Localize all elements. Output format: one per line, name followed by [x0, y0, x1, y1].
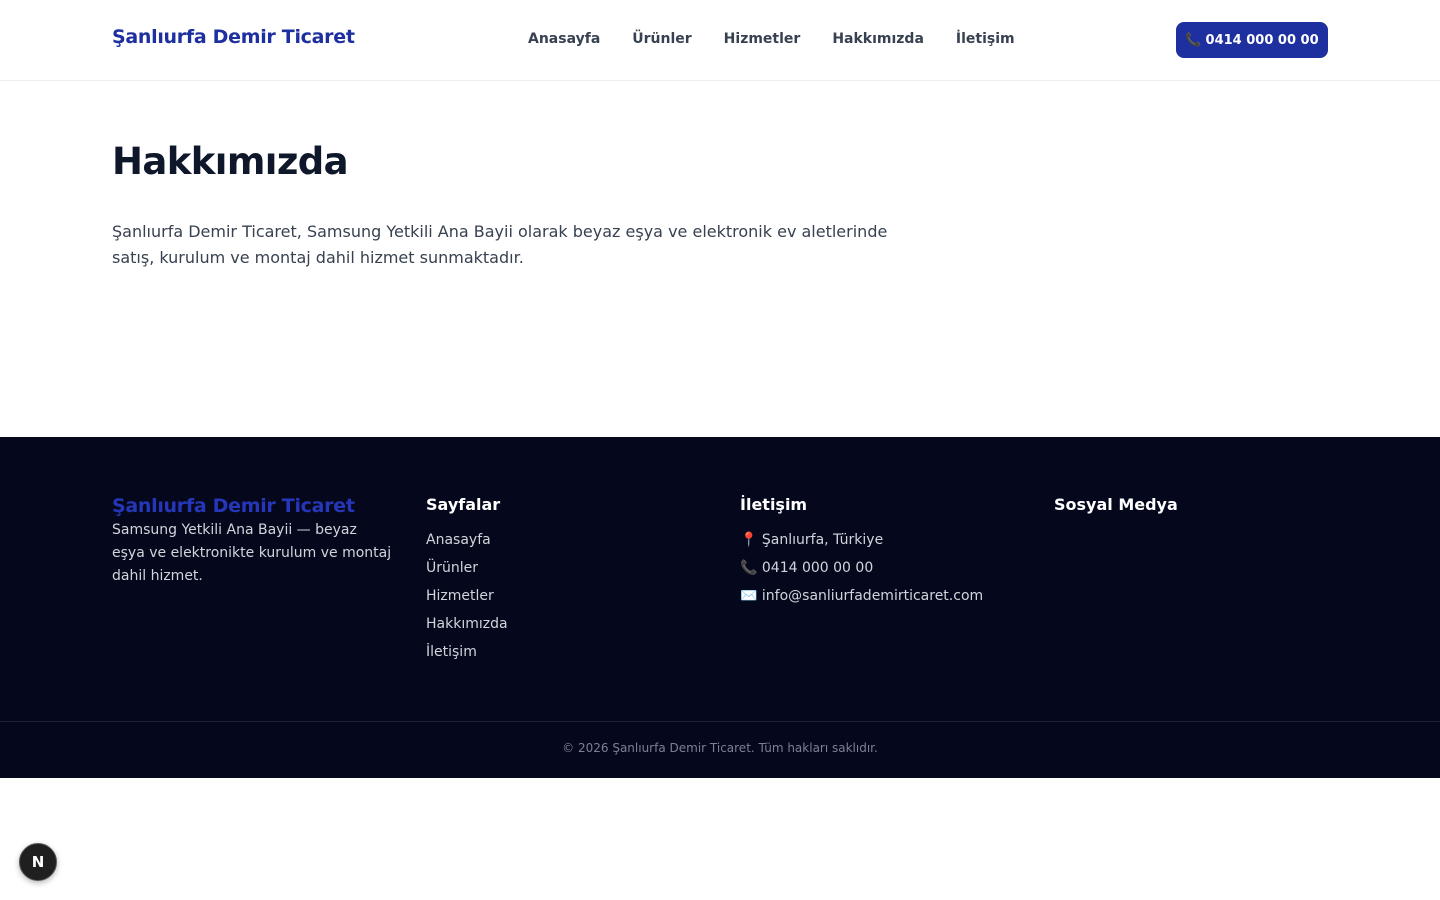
brand-logo-link[interactable]: Şanlıurfa Demir Ticaret [112, 26, 355, 48]
footer-link-home[interactable]: Anasayfa [426, 532, 491, 548]
site-header: Şanlıurfa Demir Ticaret Anasayfa Ürünler… [0, 0, 1440, 81]
footer-divider [0, 721, 1440, 722]
nav-link-services[interactable]: Hizmetler [724, 31, 801, 47]
n-logo-icon: N [31, 853, 45, 871]
call-button[interactable]: 📞 0414 000 00 00 [1176, 22, 1328, 58]
contact-address: 📍 Şanlıurfa, Türkiye [740, 530, 983, 558]
nav-link-home[interactable]: Anasayfa [528, 31, 600, 47]
footer-brand-column: Şanlıurfa Demir Ticaret Samsung Yetkili … [112, 495, 392, 588]
page-title: Hakkımızda [112, 140, 349, 183]
footer-social-column: Sosyal Medya [1054, 495, 1178, 514]
site-footer: Şanlıurfa Demir Ticaret Samsung Yetkili … [0, 437, 1440, 778]
nav-link-about[interactable]: Hakkımızda [832, 31, 924, 47]
footer-link-contact[interactable]: İletişim [426, 644, 477, 660]
phone-icon: 📞 [1185, 32, 1202, 48]
envelope-icon: ✉️ [740, 588, 758, 604]
main-nav: Anasayfa Ürünler Hizmetler Hakkımızda İl… [528, 31, 1015, 47]
footer-pages-heading: Sayfalar [426, 495, 501, 514]
footer-contact-column: İletişim 📍 Şanlıurfa, Türkiye 📞 0414 000… [740, 495, 983, 614]
contact-email-text: info@sanliurfademirticaret.com [761, 588, 984, 604]
contact-address-text: Şanlıurfa, Türkiye [761, 532, 884, 548]
footer-description: Samsung Yetkili Ana Bayii — beyaz eşya v… [112, 522, 392, 584]
footer-social-heading: Sosyal Medya [1054, 495, 1178, 514]
about-section: Hakkımızda Şanlıurfa Demir Ticaret, Sams… [112, 140, 912, 271]
location-pin-icon: 📍 [740, 532, 758, 548]
footer-brand: Şanlıurfa Demir Ticaret [112, 495, 355, 517]
footer-link-services[interactable]: Hizmetler [426, 588, 494, 604]
footer-link-products[interactable]: Ürünler [426, 560, 478, 576]
phone-icon: 📞 [740, 560, 758, 576]
footer-pages-column: Sayfalar Anasayfa Ürünler Hizmetler Hakk… [426, 495, 508, 670]
contact-phone-text: 0414 000 00 00 [761, 560, 874, 576]
footer-link-about[interactable]: Hakkımızda [426, 616, 508, 632]
nextjs-dev-badge[interactable]: N [19, 843, 57, 881]
contact-email[interactable]: ✉️ info@sanliurfademirticaret.com [740, 586, 983, 614]
copyright-text: © 2026 Şanlıurfa Demir Ticaret. Tüm hakl… [562, 741, 878, 755]
footer-contact-heading: İletişim [740, 495, 808, 514]
contact-phone[interactable]: 📞 0414 000 00 00 [740, 558, 983, 586]
about-text: Şanlıurfa Demir Ticaret, Samsung Yetkili… [112, 222, 888, 267]
nav-link-contact[interactable]: İletişim [956, 31, 1015, 47]
call-button-label: 0414 000 00 00 [1205, 32, 1319, 48]
nav-link-products[interactable]: Ürünler [632, 31, 691, 47]
